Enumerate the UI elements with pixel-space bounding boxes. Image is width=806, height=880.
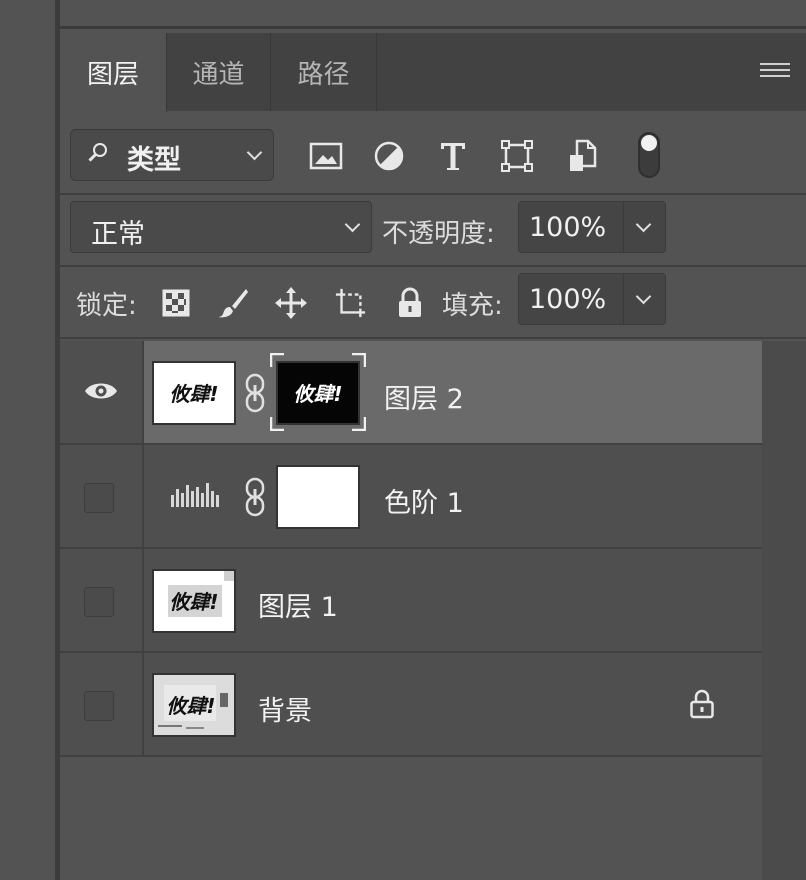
move-icon[interactable] [275, 287, 307, 319]
fill-field[interactable]: 100% [518, 273, 666, 325]
levels-histogram-icon[interactable] [170, 481, 220, 509]
layers-panel: 图层 通道 路径 类型 正常 不透明度: 100% 锁定: 填充: 100% 攸… [60, 29, 806, 880]
divider [60, 265, 806, 267]
visibility-toggle[interactable] [84, 587, 114, 617]
visibility-toggle[interactable] [84, 691, 114, 721]
chevron-down-icon [635, 216, 652, 233]
chain-link-icon[interactable] [244, 477, 266, 517]
panel-tabbar: 图层 通道 路径 [60, 33, 806, 112]
layer-thumbnail[interactable]: 攸肆! [152, 569, 236, 633]
upper-panel [60, 0, 806, 29]
left-toolbar-strip [0, 0, 55, 880]
layers-scrollbar[interactable] [762, 341, 806, 880]
divider [60, 193, 806, 195]
layer-thumbnail[interactable]: 攸肆! [152, 361, 236, 425]
layer-row-layer-2[interactable]: 攸肆! 攸肆! 图层 2 [60, 341, 762, 445]
layer-name[interactable]: 图层 1 [258, 585, 338, 624]
filter-kind-dropdown[interactable]: 类型 [70, 129, 274, 181]
layer-row-levels-1[interactable]: 色阶 1 [60, 445, 762, 549]
lock-icon[interactable] [688, 689, 716, 719]
visibility-column [60, 653, 144, 755]
svg-text:攸肆!: 攸肆! [169, 382, 218, 406]
layer-mask-thumbnail[interactable]: 攸肆! [276, 361, 360, 425]
visibility-column [60, 341, 144, 443]
svg-text:攸肆!: 攸肆! [169, 590, 218, 614]
layer-row-background[interactable]: 攸肆! 背景 [60, 653, 762, 757]
image-icon[interactable] [309, 139, 343, 173]
text-icon[interactable] [436, 139, 470, 173]
chevron-down-icon [344, 216, 361, 233]
brush-icon[interactable] [217, 287, 249, 319]
visibility-toggle[interactable] [84, 483, 114, 513]
fill-value: 100% [529, 284, 607, 315]
filter-toggle-switch[interactable] [638, 132, 660, 178]
filter-kind-label: 类型 [127, 145, 181, 176]
svg-text:攸肆!: 攸肆! [293, 382, 342, 406]
lock-label: 锁定: [76, 291, 137, 321]
layer-name[interactable]: 图层 2 [384, 377, 464, 416]
layer-name[interactable]: 背景 [258, 689, 312, 728]
blend-mode-label: 正常 [91, 219, 145, 250]
chevron-down-icon [246, 144, 263, 161]
adjustment-icon[interactable] [372, 139, 406, 173]
shape-icon[interactable] [500, 139, 534, 173]
svg-text:攸肆!: 攸肆! [166, 694, 215, 718]
layer-row-layer-1[interactable]: 攸肆! 图层 1 [60, 549, 762, 653]
opacity-value: 100% [529, 212, 607, 243]
layer-mask-thumbnail[interactable] [276, 465, 360, 529]
chevron-down-icon [635, 288, 652, 305]
smart-object-icon[interactable] [566, 139, 600, 173]
blend-mode-dropdown[interactable]: 正常 [70, 201, 372, 253]
fill-label: 填充: [442, 291, 503, 321]
eye-icon[interactable] [84, 379, 118, 403]
tab-paths[interactable]: 路径 [271, 33, 377, 111]
artboard-icon[interactable] [334, 287, 366, 319]
chain-link-icon[interactable] [244, 373, 266, 413]
lock-transparent-pixels-icon[interactable] [160, 287, 192, 319]
visibility-column [60, 549, 144, 651]
search-icon [93, 143, 107, 157]
layer-thumbnail[interactable]: 攸肆! [152, 673, 236, 737]
tab-channels[interactable]: 通道 [167, 33, 271, 111]
tab-layers[interactable]: 图层 [60, 33, 167, 112]
visibility-column [60, 445, 144, 547]
panel-menu-icon[interactable] [760, 63, 790, 81]
layer-name[interactable]: 色阶 1 [384, 481, 464, 520]
divider [60, 337, 806, 339]
opacity-label: 不透明度: [382, 219, 495, 249]
lock-icon[interactable] [394, 287, 426, 319]
opacity-field[interactable]: 100% [518, 201, 666, 253]
